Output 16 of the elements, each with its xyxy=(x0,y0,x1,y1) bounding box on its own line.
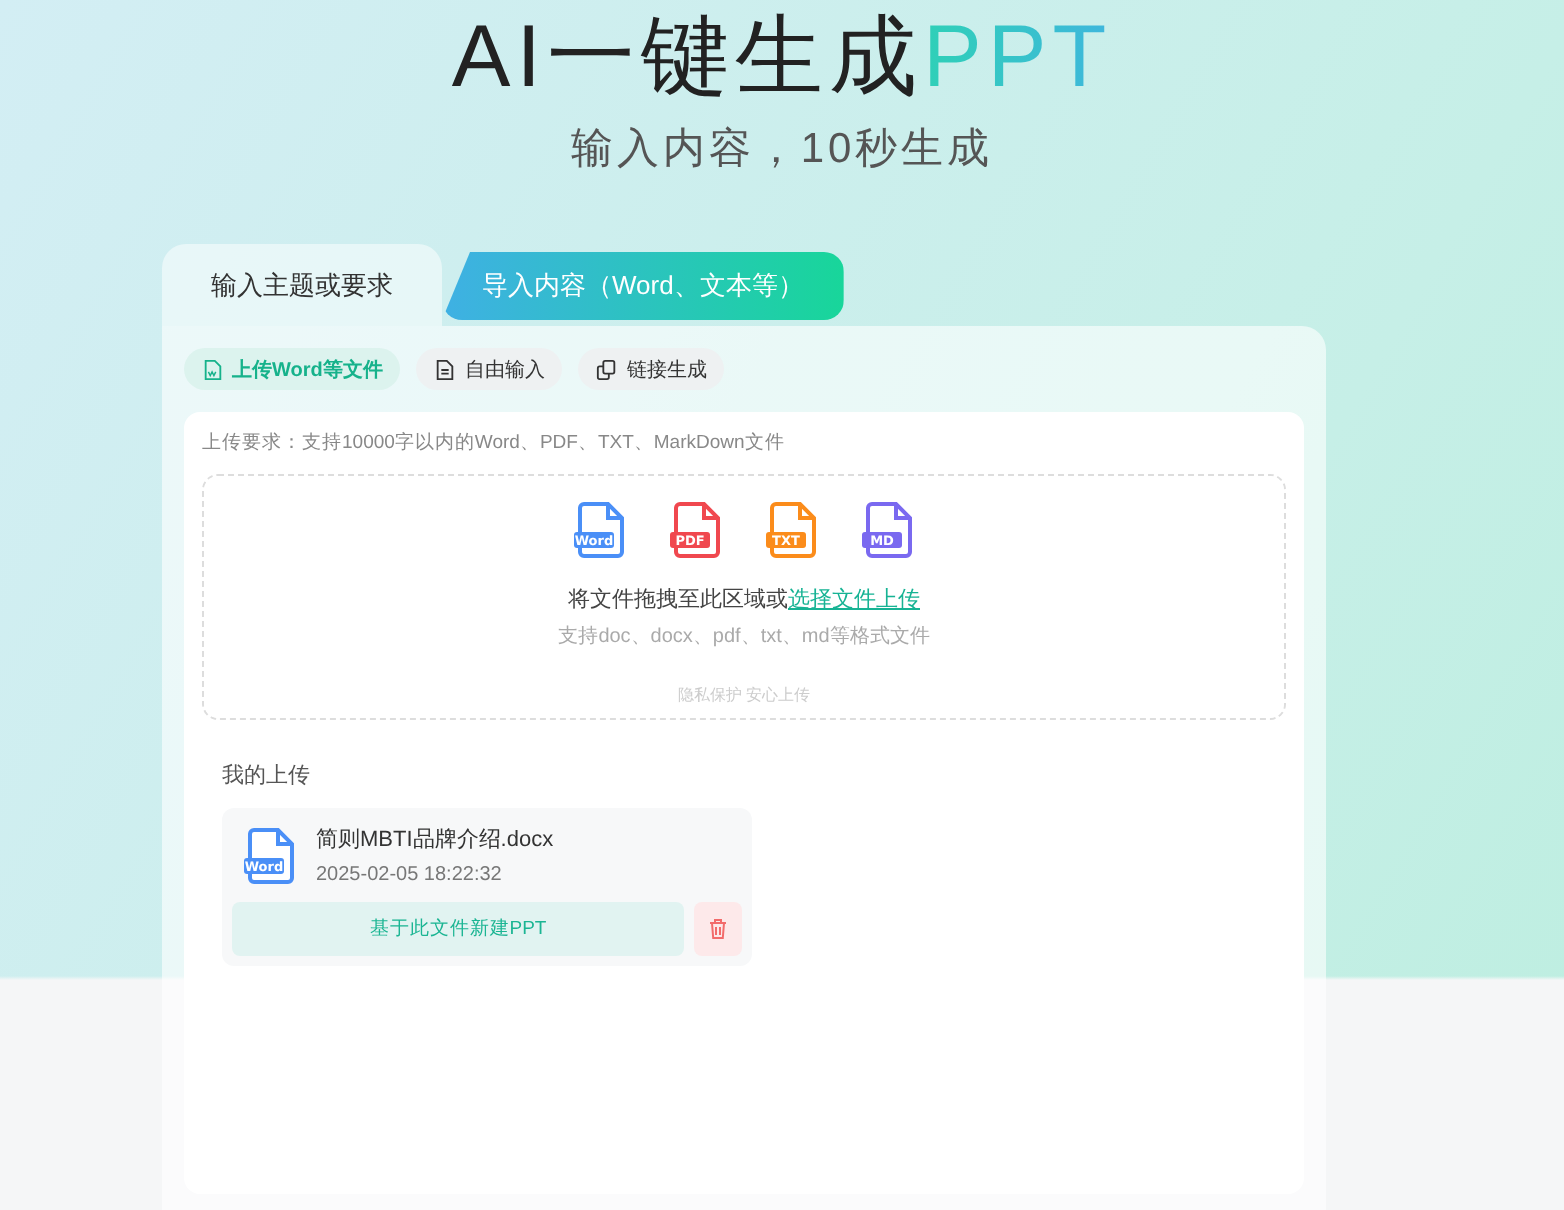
copy-icon xyxy=(596,357,619,381)
document-icon xyxy=(434,357,457,381)
section-title: 我的上传 xyxy=(222,762,312,790)
file-name: 简则MBTI品牌介绍.docx xyxy=(316,826,554,854)
trash-icon xyxy=(708,918,728,940)
upload-time: 2025-02-05 18:22:32 xyxy=(316,864,504,886)
supported-formats: 支持doc、docx、pdf、txt、md等格式文件 xyxy=(558,623,930,650)
drop-prompt: 将文件拖拽至此区域或选择文件上传 xyxy=(568,585,920,614)
mode-tab[interactable]: 自由输入 xyxy=(416,348,563,390)
delete-button[interactable] xyxy=(694,902,742,956)
upload-requirements: 上传要求：支持10000字以内的Word、PDF、TXT、MarkDown文件 xyxy=(202,430,787,456)
file-icon xyxy=(202,357,224,381)
mode-tab[interactable]: 链接生成 xyxy=(578,348,725,390)
subtitle: 输入内容，10秒生成 xyxy=(568,124,996,176)
page-title: AI一键生成PPT xyxy=(449,6,1115,110)
tab[interactable]: 输入主题或要求 xyxy=(162,244,442,326)
